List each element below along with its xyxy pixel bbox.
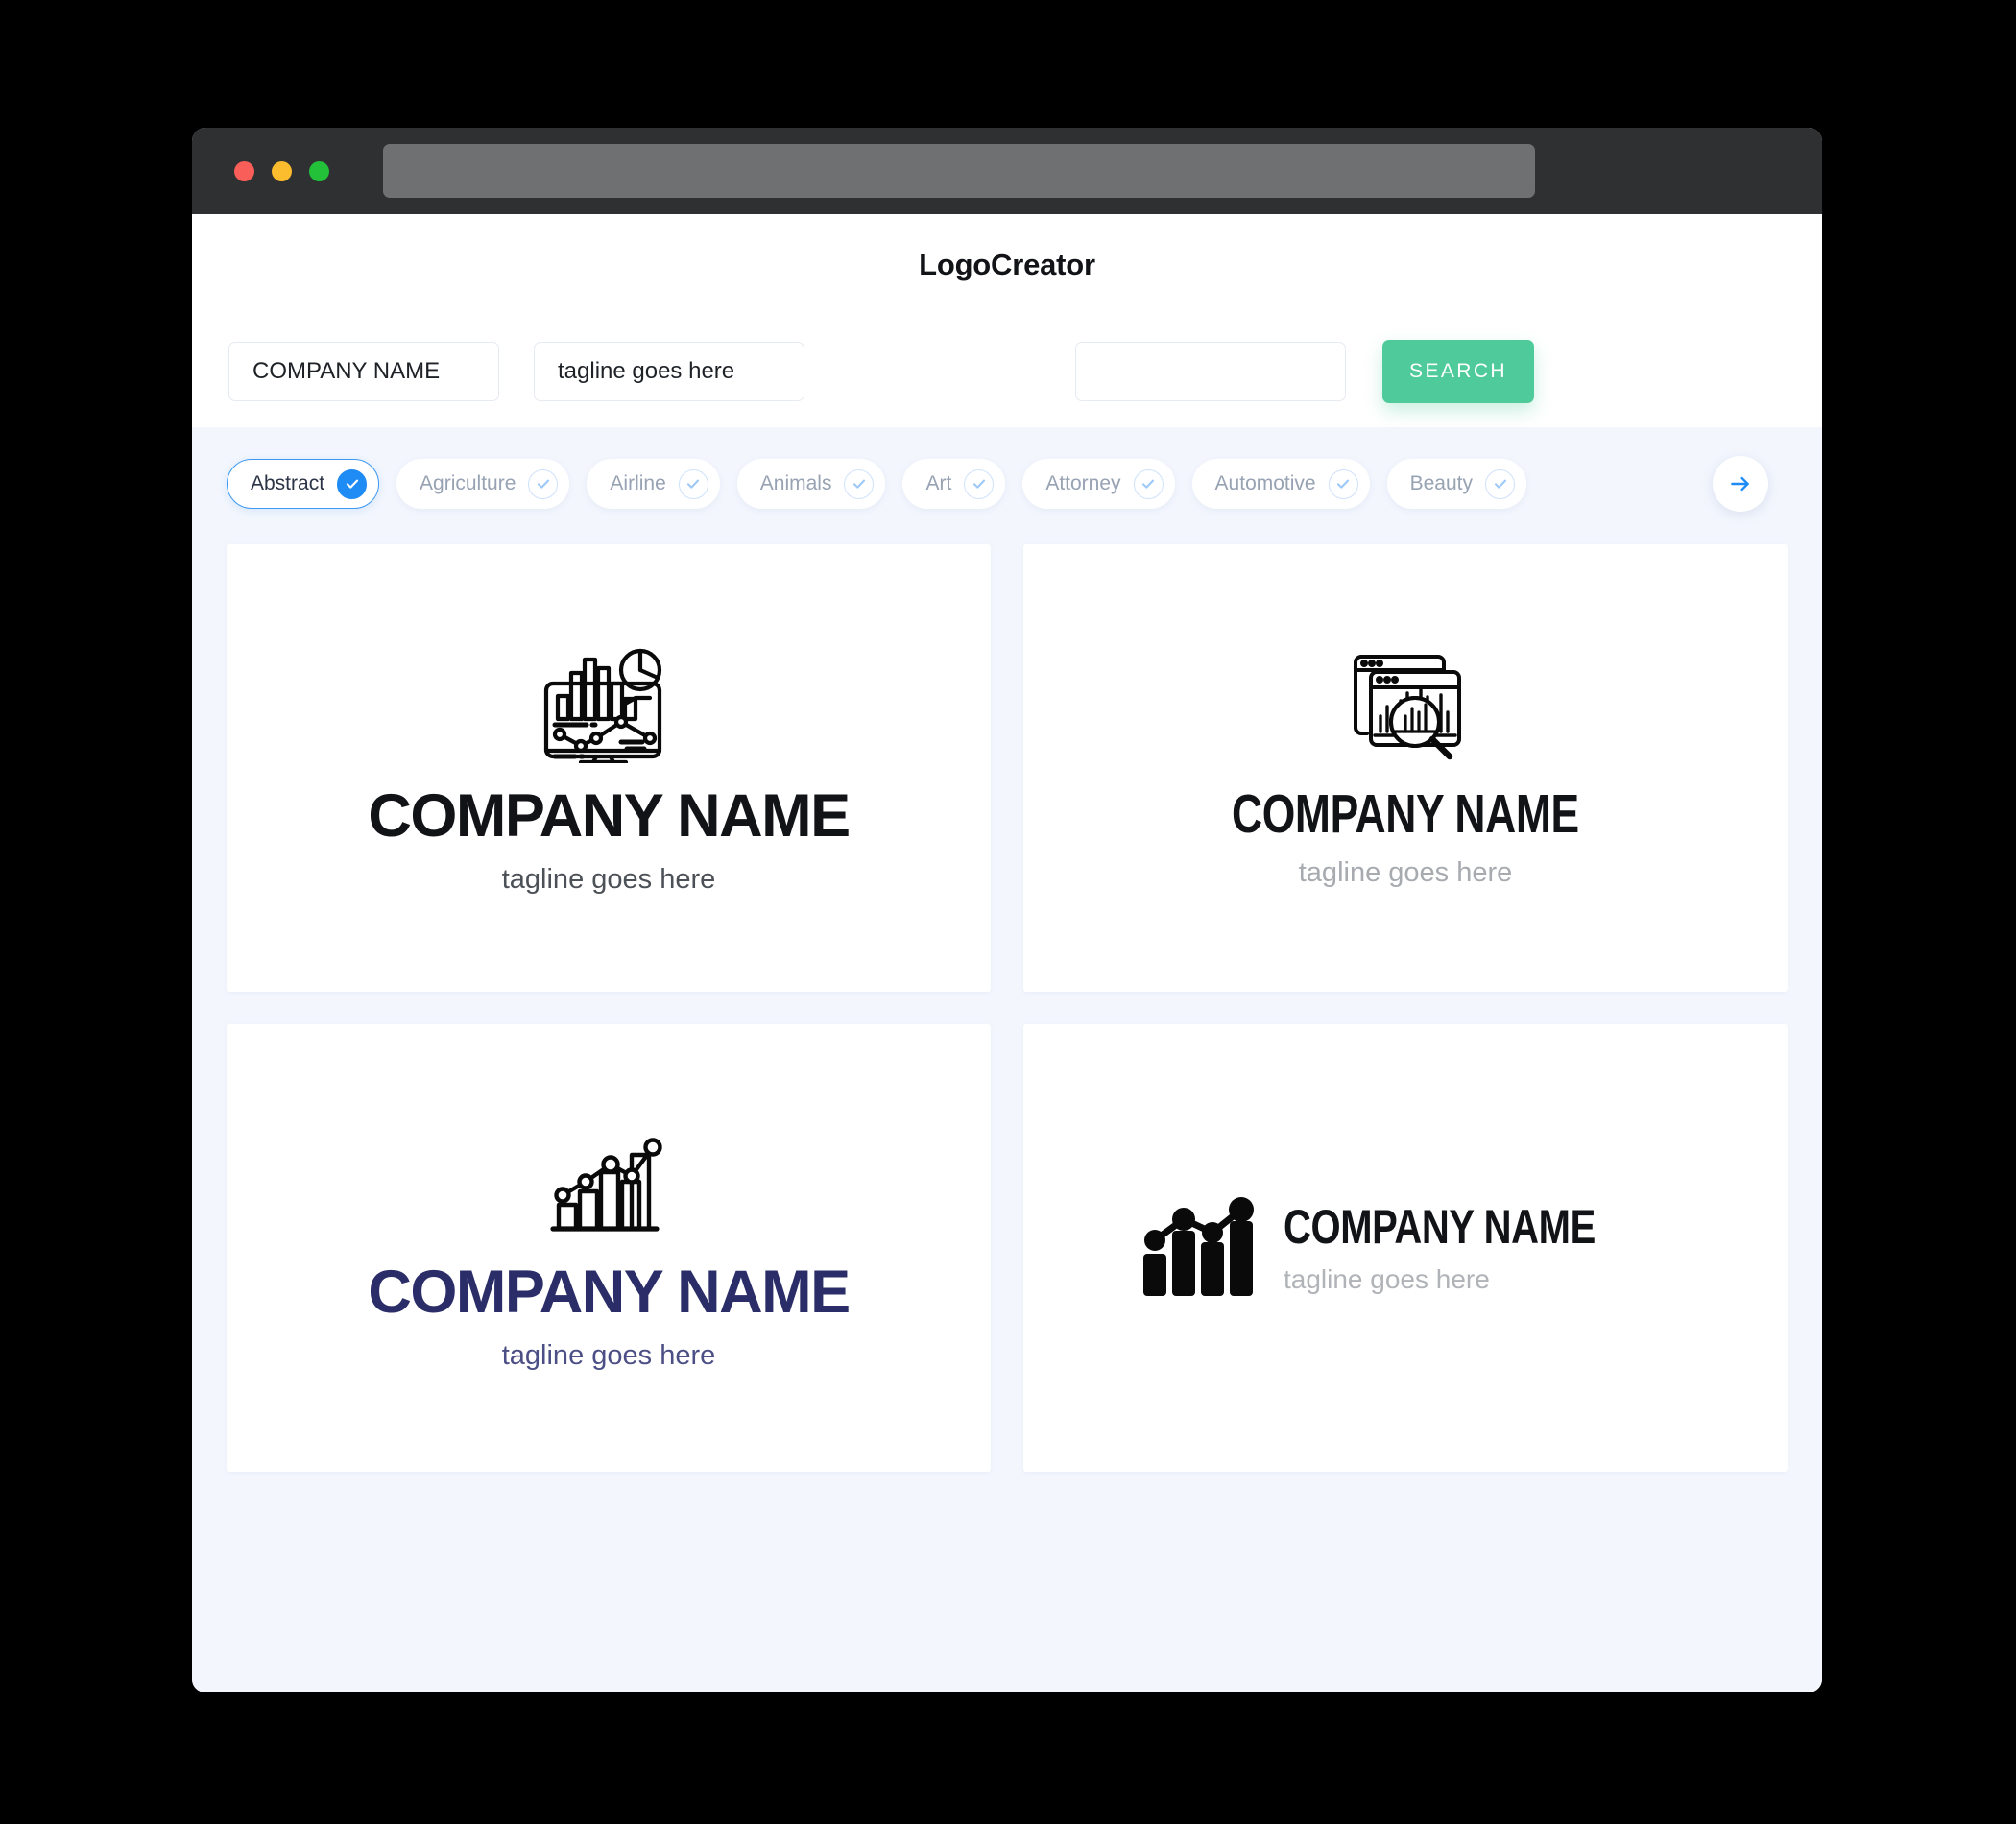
growth-bars-line-icon (550, 1138, 662, 1232)
check-icon (1485, 468, 1515, 499)
browser-titlebar (192, 128, 1822, 214)
category-chip-agriculture[interactable]: Agriculture (396, 459, 570, 509)
logo-company-name: COMPANY NAME (368, 1259, 851, 1326)
category-chip-animals[interactable]: Animals (736, 459, 886, 509)
logo-results-grid: COMPANY NAME tagline goes here COMPANY N… (227, 544, 1788, 1472)
logo-tagline: tagline goes here (501, 1340, 716, 1371)
category-label: Airline (610, 472, 666, 494)
category-label: Attorney (1045, 472, 1121, 494)
tagline-input[interactable]: tagline goes here (534, 342, 804, 401)
category-chip-beauty[interactable]: Beauty (1386, 459, 1526, 509)
logo-preview: COMPANY NAME tagline goes here (1183, 649, 1628, 887)
maximize-window-button[interactable] (309, 160, 329, 181)
logo-card[interactable]: COMPANY NAME tagline goes here (227, 544, 991, 992)
company-name-input[interactable]: COMPANY NAME (228, 342, 499, 401)
check-icon (337, 468, 368, 499)
category-filter-bar: Abstract Agriculture Airline Animals Art… (227, 454, 1788, 514)
logo-tagline: tagline goes here (1298, 857, 1513, 888)
category-chip-attorney[interactable]: Attorney (1022, 459, 1175, 509)
arrow-right-icon (1731, 476, 1749, 492)
check-icon (1328, 468, 1358, 499)
category-label: Automotive (1214, 472, 1316, 494)
category-label: Beauty (1409, 472, 1473, 494)
check-icon (678, 468, 708, 499)
check-icon (528, 468, 559, 499)
logo-company-name: COMPANY NAME (368, 781, 851, 850)
search-button[interactable]: SEARCH (1382, 340, 1534, 403)
check-icon (844, 468, 875, 499)
logo-company-name: COMPANY NAME (1232, 783, 1579, 845)
category-chip-automotive[interactable]: Automotive (1191, 459, 1370, 509)
app-title: LogoCreator (919, 248, 1095, 281)
logo-tagline: tagline goes here (1283, 1264, 1490, 1294)
monitor-analytics-icon (543, 648, 662, 763)
minimize-window-button[interactable] (272, 160, 292, 181)
category-chip-abstract[interactable]: Abstract (227, 459, 380, 509)
browser-chart-search-icon (1354, 655, 1461, 760)
logo-card[interactable]: COMPANY NAME tagline goes here (1023, 1024, 1788, 1472)
category-chip-airline[interactable]: Airline (587, 459, 720, 509)
logo-preview: COMPANY NAME tagline goes here (1138, 1194, 1673, 1302)
results-area: Abstract Agriculture Airline Animals Art… (192, 427, 1822, 1692)
keyword-input[interactable] (1075, 342, 1346, 401)
category-label: Animals (759, 472, 832, 494)
category-label: Art (925, 472, 952, 494)
logo-card[interactable]: COMPANY NAME tagline goes here (1023, 544, 1788, 992)
search-bar: COMPANY NAME tagline goes here SEARCH (192, 316, 1822, 427)
logo-preview: COMPANY NAME tagline goes here (368, 643, 851, 895)
logo-tagline: tagline goes here (501, 863, 716, 895)
category-chip-art[interactable]: Art (902, 459, 1006, 509)
next-categories-button[interactable] (1713, 456, 1768, 512)
close-window-button[interactable] (234, 160, 254, 181)
solid-bars-dots-icon (1142, 1197, 1254, 1296)
category-label: Agriculture (420, 472, 516, 494)
check-icon (1133, 468, 1164, 499)
url-bar[interactable] (383, 144, 1535, 198)
logo-company-name: COMPANY NAME (1283, 1200, 1596, 1254)
browser-window: LogoCreator COMPANY NAME tagline goes he… (192, 128, 1822, 1692)
app-header: LogoCreator (192, 214, 1822, 316)
category-label: Abstract (251, 472, 325, 494)
logo-card[interactable]: COMPANY NAME tagline goes here (227, 1024, 991, 1472)
traffic-lights (234, 160, 329, 181)
check-icon (964, 468, 995, 499)
logo-preview: COMPANY NAME tagline goes here (368, 1126, 851, 1371)
